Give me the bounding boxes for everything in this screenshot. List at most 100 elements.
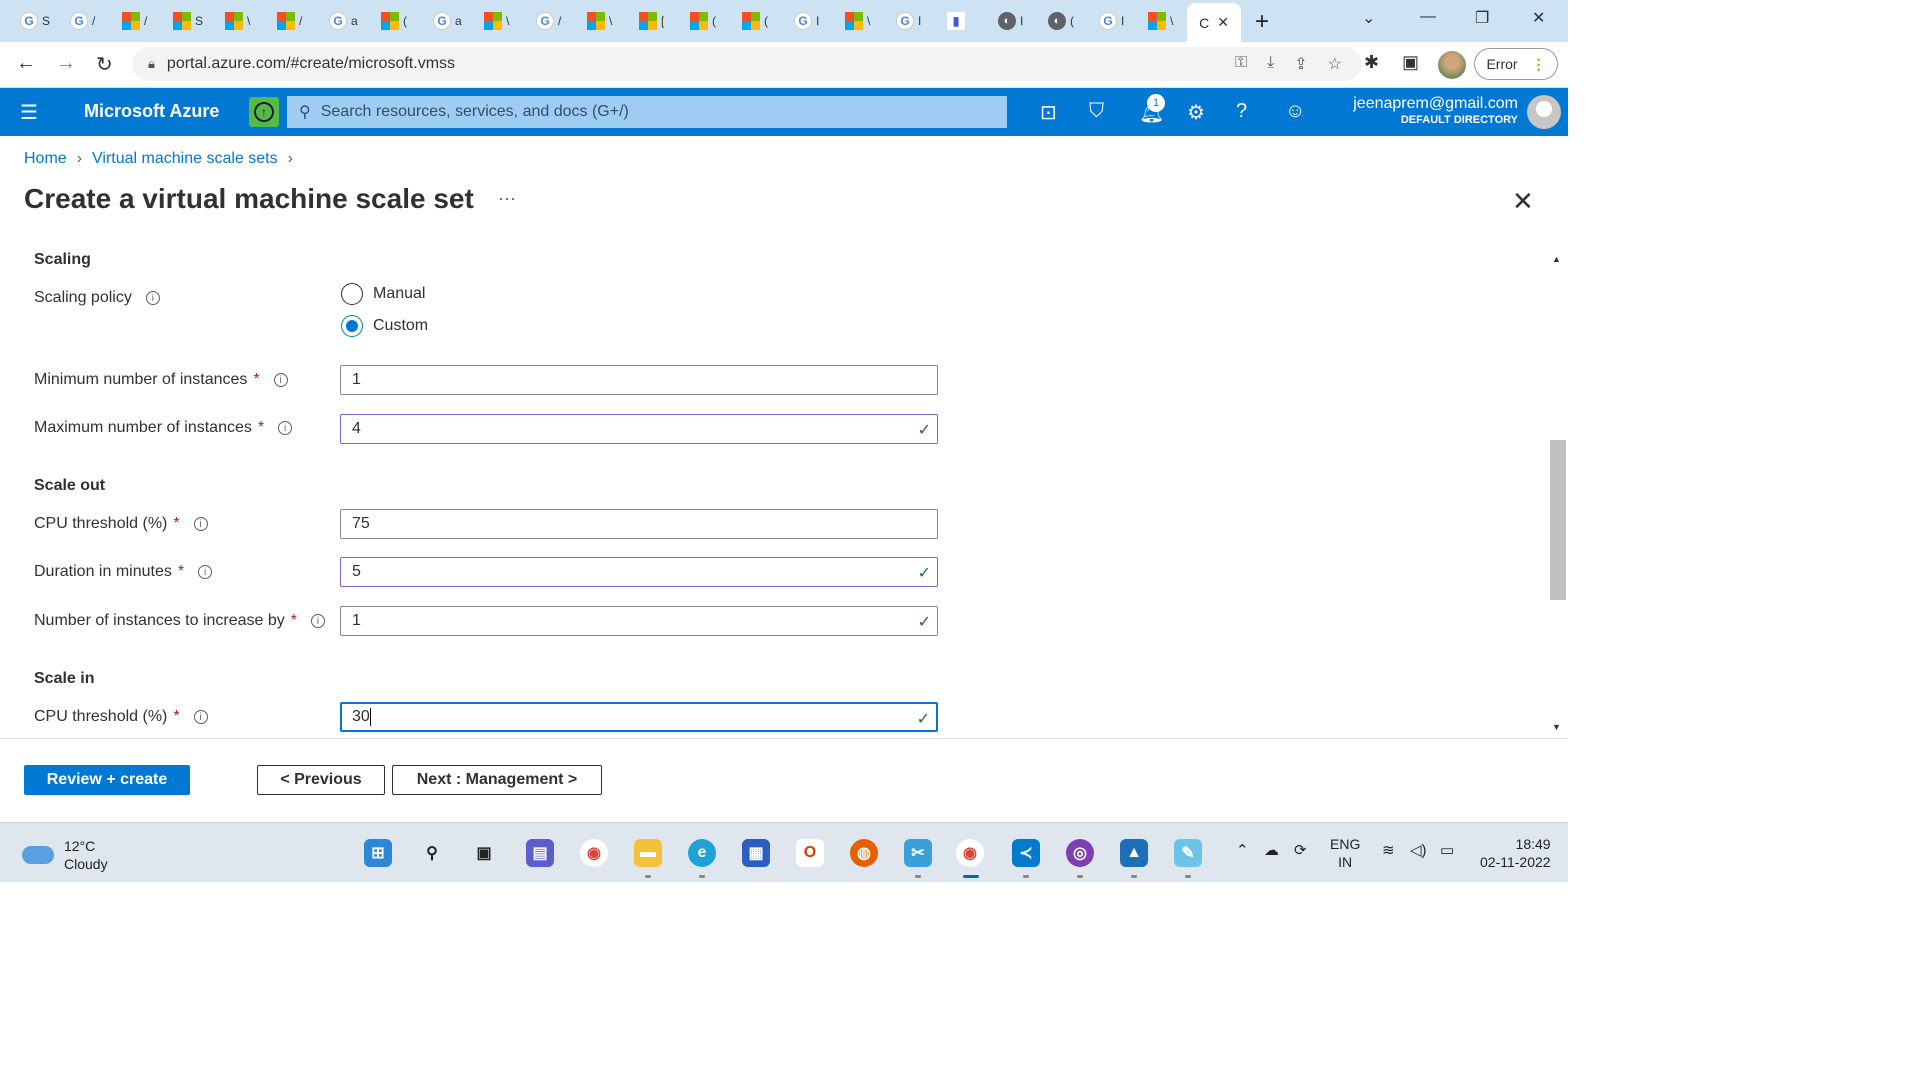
office-icon[interactable]: O	[796, 839, 824, 867]
system-clock[interactable]: 18:49 02-11-2022	[1480, 835, 1551, 871]
more-options-icon[interactable]: ···	[498, 188, 516, 209]
browser-tab[interactable]: ▮	[947, 7, 969, 35]
browser-tab[interactable]: [	[639, 7, 664, 35]
new-tab-button[interactable]: +	[1255, 8, 1269, 36]
browser-tab[interactable]: S	[173, 7, 203, 35]
active-browser-tab[interactable]: C ✕	[1187, 3, 1241, 42]
browser-tab[interactable]: /	[122, 7, 147, 35]
vscode-icon[interactable]: ≺	[1012, 839, 1040, 867]
battery-icon[interactable]: ▭	[1440, 841, 1454, 859]
previous-button[interactable]: < Previous	[257, 765, 385, 795]
info-icon[interactable]: i	[198, 565, 213, 579]
photos-icon[interactable]: ▲	[1120, 839, 1148, 867]
browser-tab[interactable]: GI	[1099, 7, 1124, 35]
firefox-icon[interactable]: ◍	[850, 839, 878, 867]
feedback-icon[interactable]: ☺	[1285, 100, 1305, 123]
side-panel-icon[interactable]: ▣	[1402, 52, 1419, 73]
minimize-button[interactable]: —	[1420, 8, 1436, 26]
browser-tab[interactable]: G /	[70, 7, 95, 35]
chrome-icon[interactable]: ◉	[580, 839, 608, 867]
share-icon[interactable]: ⇪	[1294, 54, 1307, 74]
browser-tab[interactable]: \	[1148, 7, 1173, 35]
wifi-icon[interactable]: ≋	[1382, 841, 1395, 859]
info-icon[interactable]: i	[193, 710, 208, 724]
breadcrumb-home[interactable]: Home	[24, 150, 67, 168]
search-icon[interactable]: ⚲	[418, 839, 446, 867]
reload-icon[interactable]: ↻	[96, 52, 113, 77]
radio-manual[interactable]: Manual	[341, 283, 425, 305]
azure-brand[interactable]: Microsoft Azure	[84, 101, 219, 122]
file-explorer-icon[interactable]: ▬	[634, 839, 662, 867]
weather-widget[interactable]: 12°C Cloudy	[22, 837, 108, 873]
close-tab-icon[interactable]: ✕	[1217, 14, 1229, 31]
browser-tab[interactable]: (	[742, 7, 768, 35]
scale-out-cpu-input[interactable]: 75	[340, 509, 938, 539]
browser-tab[interactable]: \	[484, 7, 509, 35]
profile-error-button[interactable]: Error ⋮	[1474, 48, 1558, 80]
vertical-scrollbar[interactable]: ▲ ▼	[1548, 248, 1568, 738]
info-icon[interactable]: i	[145, 291, 160, 305]
address-bar[interactable]: 🔒︎ portal.azure.com/#create/microsoft.vm…	[132, 47, 1362, 81]
edge-icon[interactable]: e	[688, 839, 716, 867]
tab-search-chevron-icon[interactable]: ⌄	[1362, 8, 1375, 28]
bookmark-star-icon[interactable]: ☆	[1328, 54, 1342, 74]
language-indicator[interactable]: ENG IN	[1330, 835, 1360, 871]
radio-custom[interactable]: Custom	[341, 315, 428, 337]
browser-tab[interactable]: ◐(	[1048, 7, 1074, 35]
cloud-shell-icon[interactable]: ⊡	[1040, 100, 1057, 125]
back-arrow-icon[interactable]: ←	[16, 52, 36, 75]
settings-gear-icon[interactable]: ⚙	[1187, 100, 1205, 125]
hamburger-menu-icon[interactable]: ☰	[20, 100, 38, 125]
breadcrumb-vmss[interactable]: Virtual machine scale sets	[92, 150, 278, 168]
browser-tab[interactable]: GI	[896, 7, 921, 35]
info-icon[interactable]: i	[273, 373, 288, 387]
scale-in-cpu-input[interactable]: 30 ✓	[340, 702, 938, 732]
duration-input[interactable]: 5 ✓	[340, 557, 938, 587]
scrollbar-thumb[interactable]	[1550, 440, 1566, 600]
volume-icon[interactable]: ◁)	[1410, 841, 1427, 859]
key-icon[interactable]: ⚿	[1235, 54, 1247, 74]
browser-tab[interactable]: \	[845, 7, 870, 35]
window-close-button[interactable]: ✕	[1532, 8, 1545, 28]
paint-icon[interactable]: ✎	[1174, 839, 1202, 867]
info-icon[interactable]: i	[278, 421, 293, 435]
global-search-input[interactable]: ⚲ Search resources, services, and docs (…	[287, 96, 1007, 128]
browser-tab[interactable]: Ga	[329, 7, 358, 35]
browser-tab[interactable]: /	[277, 7, 302, 35]
snip-tool-icon[interactable]: ✂	[904, 839, 932, 867]
max-instances-input[interactable]: 4 ✓	[340, 414, 938, 444]
min-instances-input[interactable]: 1	[340, 365, 938, 395]
browser-tab[interactable]: \	[587, 7, 612, 35]
github-icon[interactable]: ◎	[1066, 839, 1094, 867]
chrome-profile-icon[interactable]: ◉	[956, 839, 984, 867]
chevron-up-icon[interactable]: ⌃	[1236, 841, 1249, 859]
profile-avatar[interactable]	[1438, 51, 1466, 79]
upgrade-button[interactable]: ↑	[249, 97, 279, 127]
browser-tab[interactable]: G /	[536, 7, 561, 35]
task-view-icon[interactable]: ▣	[470, 839, 498, 867]
forward-arrow-icon[interactable]: →	[56, 52, 76, 75]
help-icon[interactable]: ?	[1236, 100, 1247, 123]
increase-by-input[interactable]: 1 ✓	[340, 606, 938, 636]
scroll-up-arrow-icon[interactable]: ▲	[1552, 254, 1561, 264]
windows-start-icon[interactable]: ⊞	[364, 839, 392, 867]
browser-tab[interactable]: ◐ I	[998, 7, 1023, 35]
teams-chat-icon[interactable]: ▤	[526, 839, 554, 867]
restore-button[interactable]: ❐	[1475, 8, 1489, 28]
browser-tab[interactable]: GS	[20, 7, 50, 35]
directory-filter-icon[interactable]: ⛉	[1089, 100, 1104, 123]
browser-tab[interactable]: \	[225, 7, 250, 35]
info-icon[interactable]: i	[311, 614, 326, 628]
browser-tab[interactable]: (	[690, 7, 716, 35]
review-create-button[interactable]: Review + create	[24, 765, 190, 795]
account-avatar[interactable]	[1527, 95, 1561, 129]
browser-tab[interactable]: GI	[794, 7, 819, 35]
sync-icon[interactable]: ⟳	[1294, 841, 1307, 859]
browser-tab[interactable]: Ga	[433, 7, 462, 35]
next-management-button[interactable]: Next : Management >	[392, 765, 602, 795]
account-menu[interactable]: jeenaprem@gmail.com DEFAULT DIRECTORY	[1353, 95, 1518, 126]
install-icon[interactable]: ⤓	[1267, 54, 1274, 74]
info-icon[interactable]: i	[193, 517, 208, 531]
browser-tab[interactable]: (	[381, 7, 407, 35]
scroll-down-arrow-icon[interactable]: ▼	[1552, 722, 1561, 732]
